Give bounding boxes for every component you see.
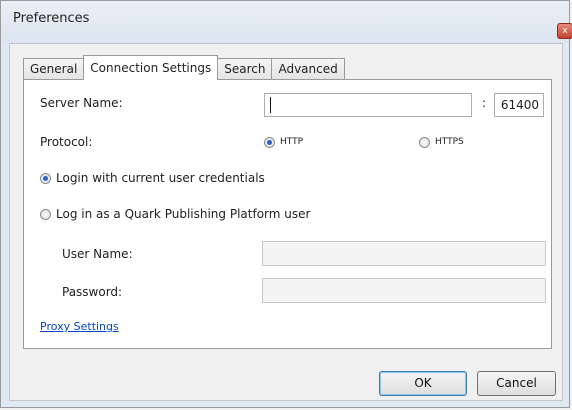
tab-advanced[interactable]: Advanced xyxy=(271,58,345,80)
proxy-settings-link[interactable]: Proxy Settings xyxy=(40,320,119,333)
window-title: Preferences xyxy=(13,11,90,26)
port-separator: : xyxy=(482,96,487,110)
text-caret xyxy=(270,97,271,113)
password-label: Password: xyxy=(62,285,123,299)
login-quark-radio[interactable] xyxy=(40,209,51,220)
http-label: HTTP xyxy=(280,137,304,147)
port-input[interactable]: 61400 xyxy=(494,93,544,117)
protocol-label: Protocol: xyxy=(40,135,93,149)
title-bar[interactable]: Preferences x xyxy=(1,1,572,43)
https-radio[interactable] xyxy=(419,137,430,148)
user-name-label: User Name: xyxy=(62,247,133,261)
login-current-radio[interactable] xyxy=(40,173,51,184)
tab-search[interactable]: Search xyxy=(217,58,273,80)
connection-settings-panel: Server Name: : 61400 Protocol: HTTP HTTP… xyxy=(23,79,552,349)
tab-strip: General Connection Settings Search Advan… xyxy=(23,55,345,80)
server-name-input[interactable] xyxy=(264,93,472,117)
server-name-label: Server Name: xyxy=(40,96,123,110)
http-radio[interactable] xyxy=(264,137,275,148)
close-icon[interactable]: x xyxy=(557,23,572,39)
login-quark-label: Log in as a Quark Publishing Platform us… xyxy=(56,207,311,221)
ok-button[interactable]: OK xyxy=(379,371,467,396)
protocol-http-option[interactable]: HTTP xyxy=(264,135,364,151)
protocol-https-option[interactable]: HTTPS xyxy=(419,135,519,151)
login-quark-option[interactable]: Log in as a Quark Publishing Platform us… xyxy=(40,206,370,224)
port-value: 61400 xyxy=(500,98,539,112)
cancel-button[interactable]: Cancel xyxy=(477,371,556,396)
login-current-label: Login with current user credentials xyxy=(56,171,265,185)
preferences-window: Preferences x General Connection Setting… xyxy=(0,0,572,408)
tab-general[interactable]: General xyxy=(23,58,85,80)
user-name-input[interactable] xyxy=(262,241,546,266)
https-label: HTTPS xyxy=(435,137,464,147)
password-input[interactable] xyxy=(262,278,546,303)
tab-connection-settings[interactable]: Connection Settings xyxy=(83,55,219,80)
login-current-option[interactable]: Login with current user credentials xyxy=(40,170,340,188)
